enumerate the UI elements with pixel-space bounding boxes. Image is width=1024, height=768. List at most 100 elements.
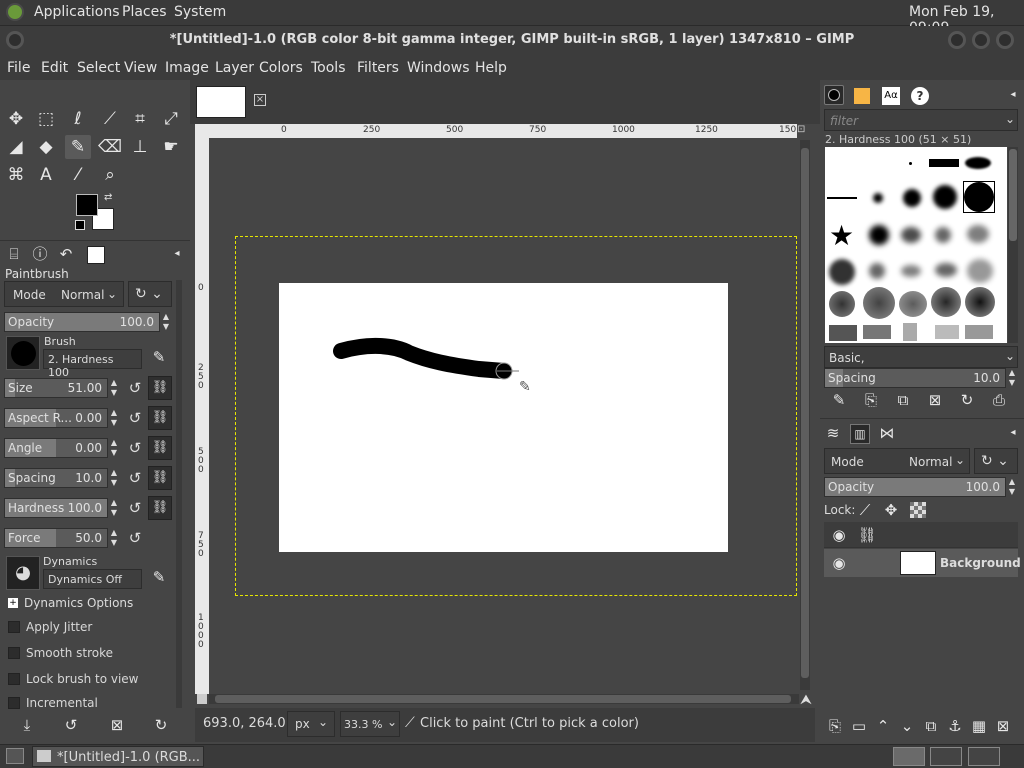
new-brush-icon[interactable]: ⎘: [860, 389, 882, 411]
layer-name[interactable]: Background: [940, 556, 1021, 570]
reset-options-icon[interactable]: ↻: [150, 714, 172, 736]
layer-opacity-slider[interactable]: Opacity 100.0: [824, 477, 1006, 497]
canvas-viewport[interactable]: ✎: [209, 138, 797, 694]
lock-alpha-icon[interactable]: [910, 502, 926, 518]
layer-visibility-eye-icon[interactable]: ◉: [828, 552, 850, 574]
rect-select-tool-icon[interactable]: ⬚: [33, 107, 59, 131]
new-layer-icon[interactable]: ⎘: [824, 715, 846, 737]
paths-tab-icon[interactable]: ⋈: [876, 422, 898, 444]
fuzzy-select-tool-icon[interactable]: ⟋: [97, 107, 123, 131]
incremental-checkbox[interactable]: [8, 697, 20, 709]
layers-tab-menu-icon[interactable]: ◂: [1002, 422, 1024, 444]
menu-filters[interactable]: Filters: [357, 60, 399, 76]
tool-options-tab-icon[interactable]: ⌸: [3, 243, 25, 265]
open-brush-icon[interactable]: ⎙: [988, 389, 1010, 411]
eye-icon[interactable]: ◉: [828, 524, 850, 546]
anchor-layer-icon[interactable]: ⚓: [944, 715, 966, 737]
window-titlebar[interactable]: *[Untitled]-1.0 (RGB color 8-bit gamma i…: [0, 26, 1024, 56]
brush-spacing-spin[interactable]: ▲ ▼: [1006, 368, 1018, 388]
menu-tools[interactable]: Tools: [311, 60, 346, 76]
brush-grid-scrollbar[interactable]: [1008, 147, 1018, 343]
edit-brush-dock-icon[interactable]: ✎: [828, 389, 850, 411]
brush-grid[interactable]: ★: [825, 147, 1007, 343]
applications-menu[interactable]: Applications: [34, 4, 120, 20]
clone-tool-icon[interactable]: ⊥: [127, 135, 153, 159]
device-status-tab-icon[interactable]: ⓘ: [29, 243, 51, 265]
horizontal-scrollbar[interactable]: [209, 694, 799, 704]
workspace-2[interactable]: [930, 747, 962, 766]
spacing-reset-icon[interactable]: ↺: [125, 468, 145, 488]
tool-options-scrollbar[interactable]: [176, 280, 182, 708]
refresh-brushes-icon[interactable]: ↻: [956, 389, 978, 411]
hardness-slider[interactable]: Hardness 100.0: [4, 498, 108, 518]
brush-preset-select[interactable]: Basic, ⌄: [824, 346, 1018, 368]
opacity-slider[interactable]: Opacity 100.0: [4, 312, 160, 332]
warp-tool-icon[interactable]: ◢: [3, 135, 29, 159]
transform-tool-icon[interactable]: ⤢: [158, 107, 184, 131]
hardness-reset-icon[interactable]: ↺: [125, 498, 145, 518]
restore-options-icon[interactable]: ↺: [60, 714, 82, 736]
brushes-tab-icon[interactable]: [824, 85, 844, 105]
dynamics-options-expander[interactable]: Dynamics Options: [24, 596, 133, 610]
save-options-icon[interactable]: ⤓: [16, 714, 38, 736]
size-link-icon[interactable]: ⛓: [148, 376, 172, 400]
text-tool-icon[interactable]: A: [33, 163, 59, 187]
zoom-tool-icon[interactable]: ⌕: [97, 163, 123, 187]
close-icon[interactable]: [996, 31, 1014, 49]
brushes-tab-menu-icon[interactable]: ◂: [1002, 84, 1024, 106]
lasso-tool-icon[interactable]: ℓ: [65, 107, 91, 131]
edit-dynamics-icon[interactable]: ✎: [148, 566, 170, 588]
selected-brush[interactable]: [963, 181, 995, 213]
quick-mask-icon[interactable]: [197, 694, 207, 704]
workspace-1[interactable]: [893, 747, 925, 766]
system-menu[interactable]: System: [174, 4, 226, 20]
image-canvas[interactable]: ✎: [279, 283, 728, 552]
patterns-tab-icon[interactable]: [854, 88, 870, 104]
taskbar-gimp-window[interactable]: *[Untitled]-1.0 (RGB...: [32, 746, 204, 767]
spacing-slider[interactable]: Spacing 10.0: [4, 468, 108, 488]
hardness-link-icon[interactable]: ⛓: [148, 496, 172, 520]
duplicate-layer-icon[interactable]: ⧉: [920, 715, 942, 737]
menu-colors[interactable]: Colors: [259, 60, 303, 76]
vertical-scrollbar[interactable]: [800, 140, 810, 690]
maximize-icon[interactable]: [972, 31, 990, 49]
brush-filter-input[interactable]: filter ⌄: [824, 109, 1018, 131]
raise-layer-icon[interactable]: ⌃: [872, 715, 894, 737]
layer-row[interactable]: ◉ Background: [824, 549, 1021, 577]
size-reset-icon[interactable]: ↺: [125, 378, 145, 398]
undo-history-tab-icon[interactable]: ↶: [55, 243, 77, 265]
spacing-spin[interactable]: ▲ ▼: [108, 468, 120, 488]
layer-mode-select[interactable]: Mode Normal ⌄: [824, 448, 970, 474]
aspect-link-icon[interactable]: ⛓: [148, 406, 172, 430]
edit-brush-icon[interactable]: ✎: [148, 346, 170, 368]
new-layer-group-icon[interactable]: ▭: [848, 715, 870, 737]
horizontal-scroll-thumb[interactable]: [215, 695, 791, 703]
angle-link-icon[interactable]: ⛓: [148, 436, 172, 460]
minimize-icon[interactable]: [948, 31, 966, 49]
tab-menu-icon[interactable]: ◂: [166, 243, 188, 265]
smudge-tool-icon[interactable]: ☛: [158, 135, 184, 159]
aspect-slider[interactable]: Aspect R... 0.00: [4, 408, 108, 428]
gnome-foot-icon[interactable]: [6, 3, 24, 21]
hardness-spin[interactable]: ▲ ▼: [108, 498, 120, 518]
opacity-spin[interactable]: ▲ ▼: [160, 312, 172, 332]
eraser-tool-icon[interactable]: ⌫: [97, 135, 123, 159]
fonts-tab-icon[interactable]: Aα: [882, 87, 900, 105]
layer-mask-icon[interactable]: ▦: [968, 715, 990, 737]
lock-brush-checkbox[interactable]: [8, 673, 20, 685]
default-colors-icon[interactable]: [75, 220, 85, 230]
zoom-select[interactable]: 33.3 % ⌄: [340, 711, 400, 737]
apply-jitter-checkbox[interactable]: [8, 621, 20, 633]
menu-view[interactable]: View: [124, 60, 157, 76]
bucket-fill-tool-icon[interactable]: ◆: [33, 135, 59, 159]
top-ruler[interactable]: 0 250 500 750 1000 1250 150: [195, 124, 797, 138]
menu-image[interactable]: Image: [165, 60, 209, 76]
layer-mode-reset-button[interactable]: ↻ ⌄: [974, 448, 1018, 474]
aspect-spin[interactable]: ▲ ▼: [108, 408, 120, 428]
delete-options-icon[interactable]: ⊠: [106, 714, 128, 736]
color-picker-tool-icon[interactable]: ⁄: [65, 163, 91, 187]
delete-layer-icon[interactable]: ⊠: [992, 715, 1014, 737]
mode-select[interactable]: Mode Normal ⌄: [4, 281, 124, 307]
spacing-link-icon[interactable]: ⛓: [148, 466, 172, 490]
left-ruler[interactable]: 0 2 5 0 5 0 0 7 5 0 1 0 0 0: [195, 138, 209, 694]
